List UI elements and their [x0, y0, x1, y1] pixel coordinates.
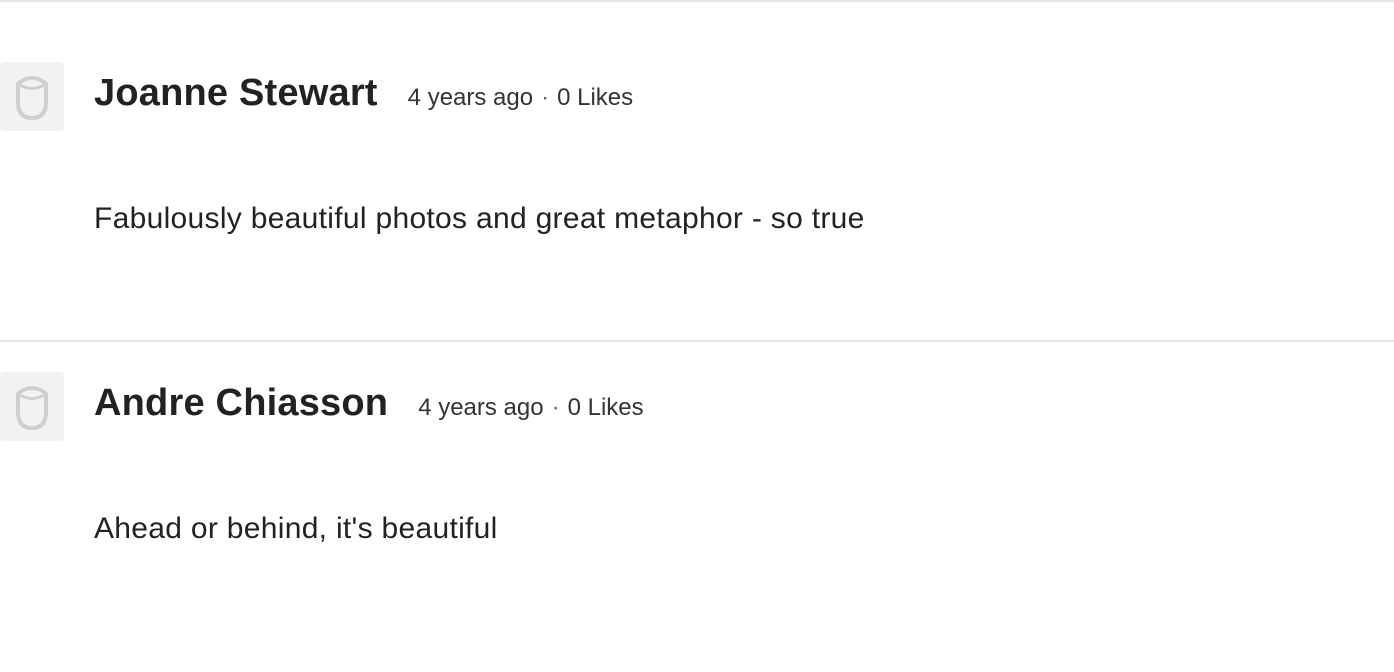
- comment-likes[interactable]: 0 Likes: [568, 394, 644, 422]
- comment-text: Fabulously beautiful photos and great me…: [94, 202, 865, 235]
- comment-header: Joanne Stewart 4 years ago · 0 Likes: [94, 72, 633, 115]
- comment-author[interactable]: Joanne Stewart: [94, 72, 378, 115]
- avatar[interactable]: [0, 372, 64, 441]
- comment-header: Andre Chiasson 4 years ago · 0 Likes: [94, 382, 644, 425]
- user-silhouette-icon: [16, 75, 48, 120]
- comment-meta: 4 years ago · 0 Likes: [418, 394, 643, 422]
- comment-likes[interactable]: 0 Likes: [557, 84, 633, 112]
- comment-meta: 4 years ago · 0 Likes: [408, 84, 633, 112]
- comment-time: 4 years ago: [407, 84, 534, 111]
- comment-time: 4 years ago: [418, 394, 544, 421]
- user-silhouette-icon: [16, 385, 48, 430]
- comment-author[interactable]: Andre Chiasson: [94, 382, 388, 425]
- top-divider: [0, 0, 1394, 2]
- avatar[interactable]: [0, 62, 64, 131]
- meta-separator: ·: [541, 84, 550, 111]
- comment-item: Andre Chiasson 4 years ago · 0 Likes Ahe…: [0, 372, 1394, 672]
- meta-separator: ·: [551, 394, 560, 421]
- comment-text: Ahead or behind, it's beautiful: [94, 512, 498, 545]
- comment-divider: [0, 340, 1394, 342]
- comment-item: Joanne Stewart 4 years ago · 0 Likes Fab…: [0, 62, 1394, 362]
